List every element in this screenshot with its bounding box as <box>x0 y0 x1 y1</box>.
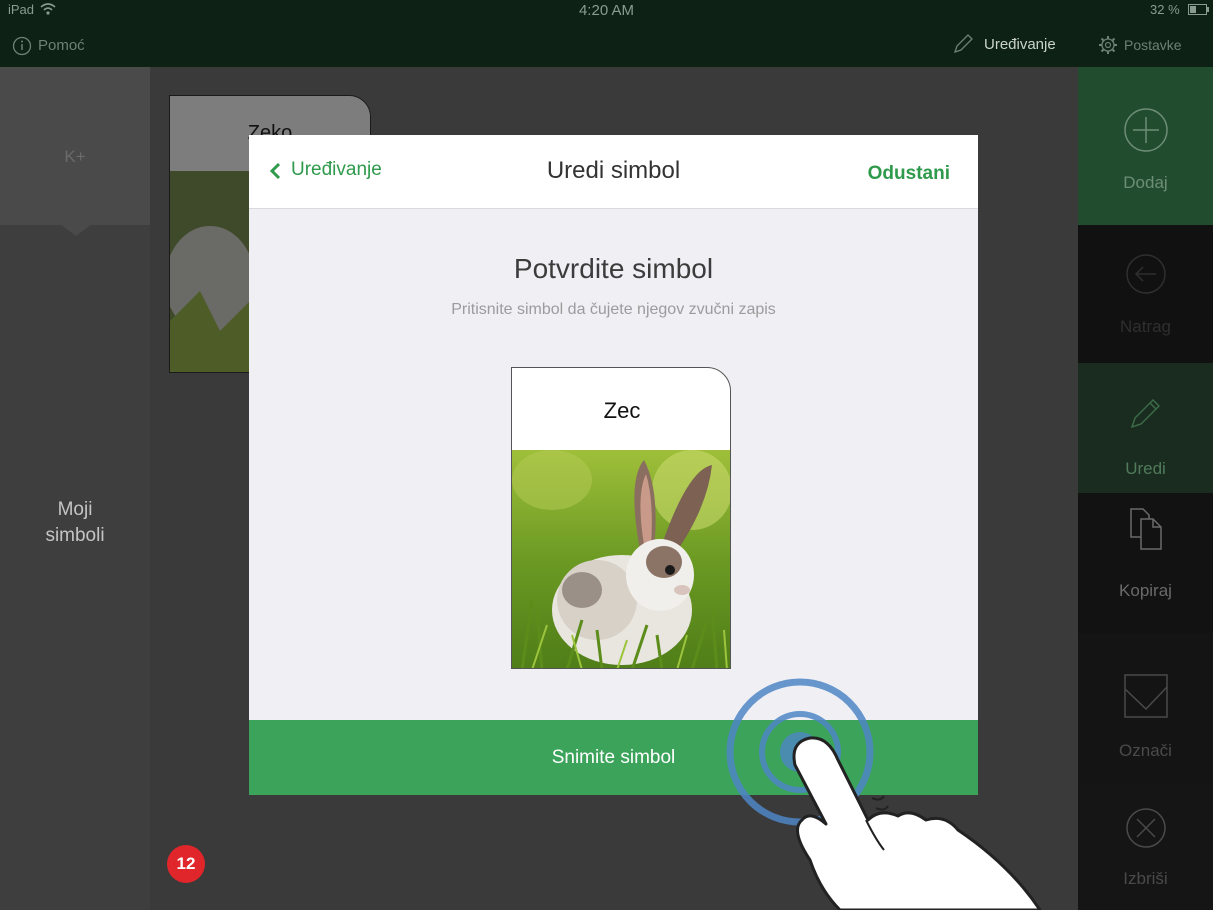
clock: 4:20 AM <box>578 2 635 19</box>
pencil-icon <box>1130 398 1161 429</box>
back-button-label: Natrag <box>1119 317 1172 336</box>
battery-icon <box>1188 4 1209 15</box>
copy-icon <box>1130 508 1162 550</box>
plus-circle-icon <box>1124 108 1168 152</box>
rabbit-photo <box>512 450 730 668</box>
add-button-label: Dodaj <box>1123 173 1168 192</box>
page-number-badge: 12 <box>167 845 205 883</box>
modal-header: Uređivanje Uredi simbol Odustani <box>249 135 978 209</box>
select-button-label: Označi <box>1119 741 1172 760</box>
confirm-title: Potvrdite simbol <box>513 253 714 284</box>
info-icon <box>12 36 32 56</box>
x-circle-icon <box>1126 808 1166 848</box>
select-button[interactable]: Označi <box>1078 633 1213 783</box>
checkbox-icon <box>1124 674 1168 718</box>
status-bar: iPad 4:20 AM 32 % Pomoć Uređivanje Posta… <box>0 0 1213 67</box>
cancel-button[interactable]: Odustani <box>868 163 950 185</box>
tab-my-symbols[interactable]: Moji simboli <box>0 497 150 549</box>
edit-mode-label: Uređivanje <box>984 36 1056 53</box>
tab-k-plus-label: K+ <box>64 147 86 166</box>
copy-button-label: Kopiraj <box>1119 581 1172 600</box>
tab-my-symbols-line2: simboli <box>45 525 105 546</box>
pencil-icon <box>953 34 973 54</box>
edit-button[interactable]: Uredi <box>1078 363 1213 493</box>
symbol-card[interactable]: Zec <box>511 367 731 669</box>
action-sidebar: Dodaj Natrag Uredi Kopiraj Označi Izbriš… <box>1078 67 1213 910</box>
delete-button-label: Izbriši <box>1123 869 1168 888</box>
confirm-subtitle: Pritisnite simbol da čujete njegov zvučn… <box>451 301 776 318</box>
copy-button[interactable]: Kopiraj <box>1078 493 1213 633</box>
gear-icon <box>1099 36 1117 54</box>
back-arrow-circle-icon <box>1126 254 1166 294</box>
symbol-card-label: Zec <box>603 398 641 423</box>
back-button[interactable]: Natrag <box>1078 225 1213 363</box>
battery-percent: 32 % <box>1150 2 1180 17</box>
help-label: Pomoć <box>38 37 85 54</box>
tab-pointer <box>52 218 100 236</box>
tab-k-plus[interactable]: K+ <box>0 67 150 225</box>
settings-label: Postavke <box>1124 37 1182 53</box>
tab-my-symbols-line1: Moji <box>57 499 93 520</box>
delete-button[interactable]: Izbriši <box>1078 783 1213 910</box>
add-button[interactable]: Dodaj <box>1078 67 1213 225</box>
edit-button-label: Uredi <box>1125 459 1166 478</box>
hand-pointer-icon <box>792 736 1042 910</box>
